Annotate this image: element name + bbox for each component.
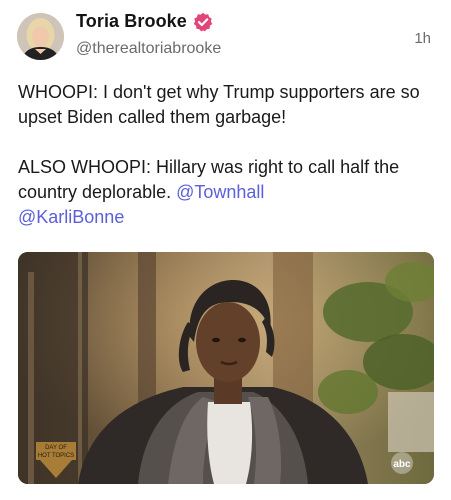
video-still-image: DAY OF HOT TOPICS abc (18, 252, 434, 484)
logo-left-line1: DAY OF (45, 445, 67, 451)
author-handle[interactable]: @therealtoriabrooke (76, 40, 221, 58)
verified-badge-icon (193, 12, 213, 32)
logo-right-text: abc (393, 459, 411, 470)
avatar[interactable] (17, 13, 64, 60)
post-text: WHOOPI: I don't get why Trump supporters… (18, 80, 428, 230)
logo-left-line2: HOT TOPICS (38, 453, 74, 459)
mention-karlibonne-link[interactable]: @KarliBonne (18, 207, 124, 227)
post-card[interactable]: Toria Brooke @therealtoriabrooke 1h WHOO… (0, 0, 451, 500)
author-display-name[interactable]: Toria Brooke (76, 11, 187, 32)
post-paragraph-1: WHOOPI: I don't get why Trump supporters… (18, 82, 420, 127)
abc-logo: abc (391, 452, 413, 474)
post-timestamp: 1h (414, 30, 431, 47)
post-media-image[interactable]: DAY OF HOT TOPICS abc (18, 252, 434, 484)
mention-townhall-link[interactable]: @Townhall (176, 182, 264, 202)
author-row: Toria Brooke (76, 11, 213, 32)
profile-photo-icon (17, 13, 64, 60)
post-paragraph-2: ALSO WHOOPI: Hillary was right to call h… (18, 155, 428, 230)
